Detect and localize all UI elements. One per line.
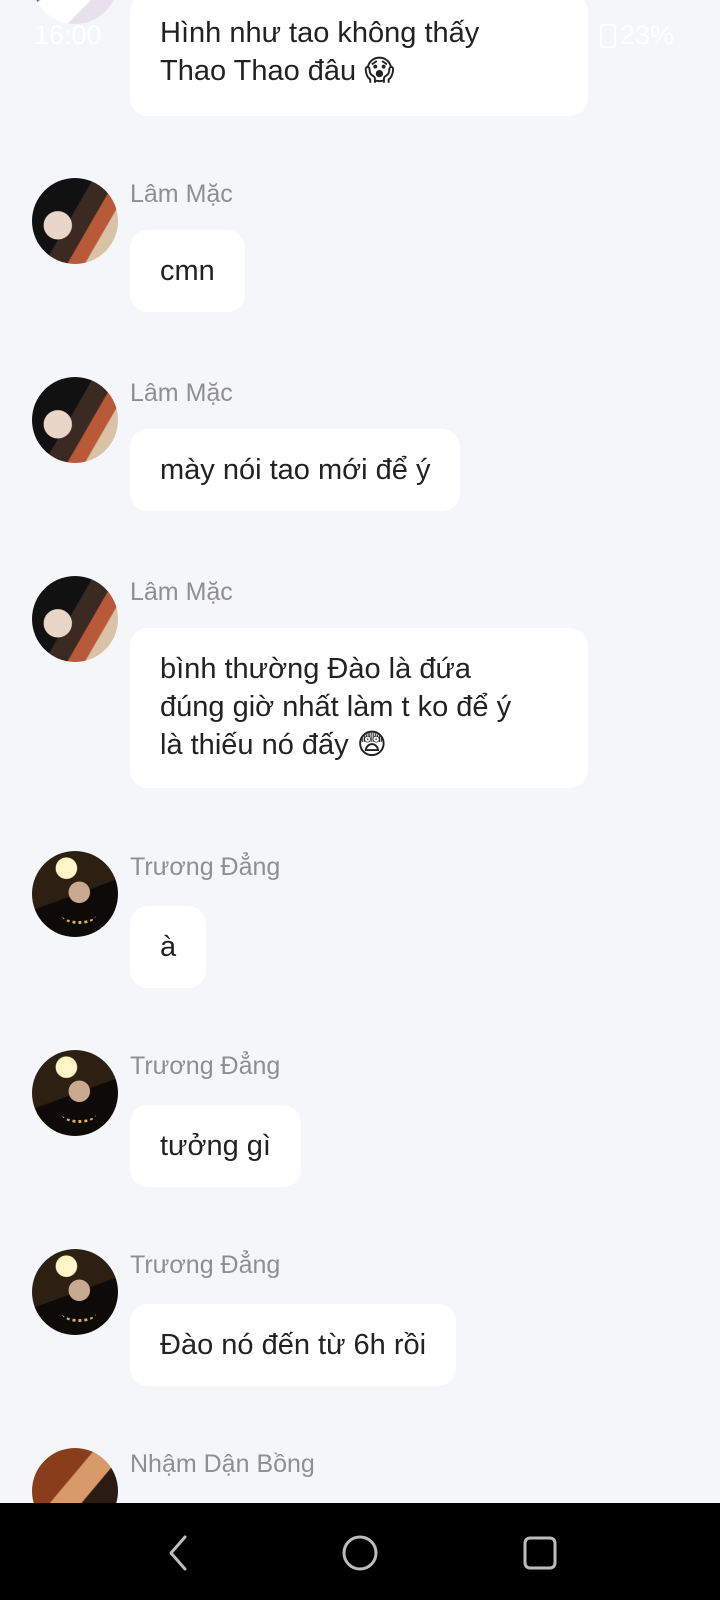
- avatar[interactable]: [32, 576, 118, 662]
- message-bubble[interactable]: mày nói tao mới để ý: [130, 429, 461, 511]
- avatar[interactable]: [32, 1448, 118, 1503]
- avatar[interactable]: [32, 851, 118, 937]
- sender-name: Lâm Mặc: [130, 379, 233, 407]
- recents-icon[interactable]: [512, 1525, 568, 1581]
- message-bubble[interactable]: bình thường Đào là đứa đúng giờ nhất làm…: [130, 628, 588, 788]
- avatar[interactable]: [32, 0, 118, 24]
- chat-list[interactable]: Hình như tao không thấy Thao Thao đâu 😱 …: [0, 0, 720, 1503]
- sender-name: Lâm Mặc: [130, 578, 233, 606]
- avatar[interactable]: [32, 377, 118, 463]
- home-icon[interactable]: [332, 1525, 388, 1581]
- sender-name: Trương Đẳng: [130, 853, 281, 881]
- avatar[interactable]: [32, 1050, 118, 1136]
- message-bubble[interactable]: Đào nó đến từ 6h rồi: [130, 1304, 457, 1386]
- back-icon[interactable]: [150, 1525, 206, 1581]
- sender-name: Lâm Mặc: [130, 180, 233, 208]
- message-bubble[interactable]: cmn: [130, 230, 245, 312]
- message-bubble[interactable]: à: [130, 906, 207, 988]
- sender-name: Trương Đẳng: [130, 1251, 281, 1279]
- message-bubble[interactable]: tưởng gì: [130, 1105, 301, 1187]
- message-bubble[interactable]: Hình như tao không thấy Thao Thao đâu 😱: [130, 0, 588, 116]
- sender-name: Trương Đẳng: [130, 1052, 281, 1080]
- sender-name: Nhậm Dận Bồng: [130, 1450, 315, 1478]
- avatar[interactable]: [32, 1249, 118, 1335]
- avatar[interactable]: [32, 178, 118, 264]
- navigation-bar: [0, 1503, 720, 1600]
